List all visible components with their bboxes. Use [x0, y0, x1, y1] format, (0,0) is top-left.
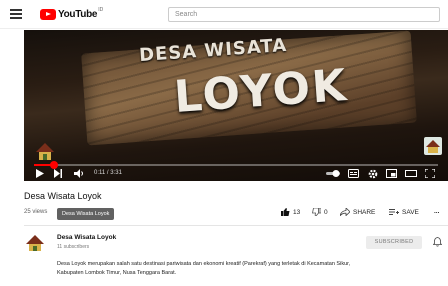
time-display: 0:11 / 3:31 — [94, 170, 122, 176]
logo-text: YouTube — [58, 8, 98, 20]
volume-icon[interactable] — [74, 169, 84, 178]
miniplayer-icon[interactable] — [386, 169, 397, 178]
branding-watermark[interactable] — [424, 137, 442, 155]
subtitles-icon[interactable] — [348, 169, 359, 178]
youtube-logo-icon — [40, 8, 56, 20]
save-label: SAVE — [402, 208, 419, 216]
search-input[interactable]: Search — [168, 7, 440, 22]
progress-bar[interactable] — [34, 161, 438, 169]
youtube-logo[interactable]: YouTube ID — [40, 7, 104, 20]
avatar[interactable] — [24, 232, 46, 254]
logo-country: ID — [98, 7, 104, 13]
video-description: Desa Loyok merupakan salah satu destinas… — [57, 261, 351, 276]
more-icon: ... — [434, 208, 440, 215]
fullscreen-icon[interactable] — [425, 169, 435, 178]
channel-watermark-icon — [36, 143, 54, 160]
video-title: Desa Wisata Loyok — [24, 191, 102, 201]
view-count: 25 views — [24, 209, 48, 215]
share-icon — [340, 208, 350, 216]
dislike-icon — [312, 208, 321, 216]
more-actions-button[interactable]: ... — [434, 208, 439, 215]
menu-icon[interactable] — [10, 9, 22, 19]
channel-name[interactable]: Desa Wisata Loyok — [57, 234, 116, 241]
video-player[interactable]: DESA WISATA LOYOK 0:11 / 3:31 — [24, 30, 448, 181]
like-button[interactable]: 13 — [281, 208, 300, 216]
share-label: SHARE — [353, 208, 376, 216]
theater-icon[interactable] — [405, 169, 417, 178]
dislike-button[interactable]: 0 — [312, 208, 328, 216]
like-count: 13 — [293, 208, 301, 216]
save-button[interactable]: SAVE — [389, 208, 419, 216]
dislike-count: 0 — [324, 208, 328, 216]
like-icon — [281, 208, 290, 216]
share-button[interactable]: SHARE — [340, 208, 375, 216]
next-icon[interactable] — [54, 169, 62, 178]
settings-icon[interactable] — [368, 169, 378, 179]
subscriber-count: 11 subscribers — [57, 244, 90, 250]
autoplay-icon[interactable] — [326, 169, 340, 178]
divider — [24, 225, 448, 226]
bell-icon[interactable] — [433, 237, 442, 247]
subscribed-button[interactable]: SUBSCRIBED — [366, 236, 422, 249]
play-icon[interactable] — [36, 169, 44, 178]
tooltip: Desa Wisata Loyok — [57, 208, 115, 220]
save-icon — [389, 209, 399, 215]
top-bar: YouTube ID Search — [0, 0, 448, 29]
